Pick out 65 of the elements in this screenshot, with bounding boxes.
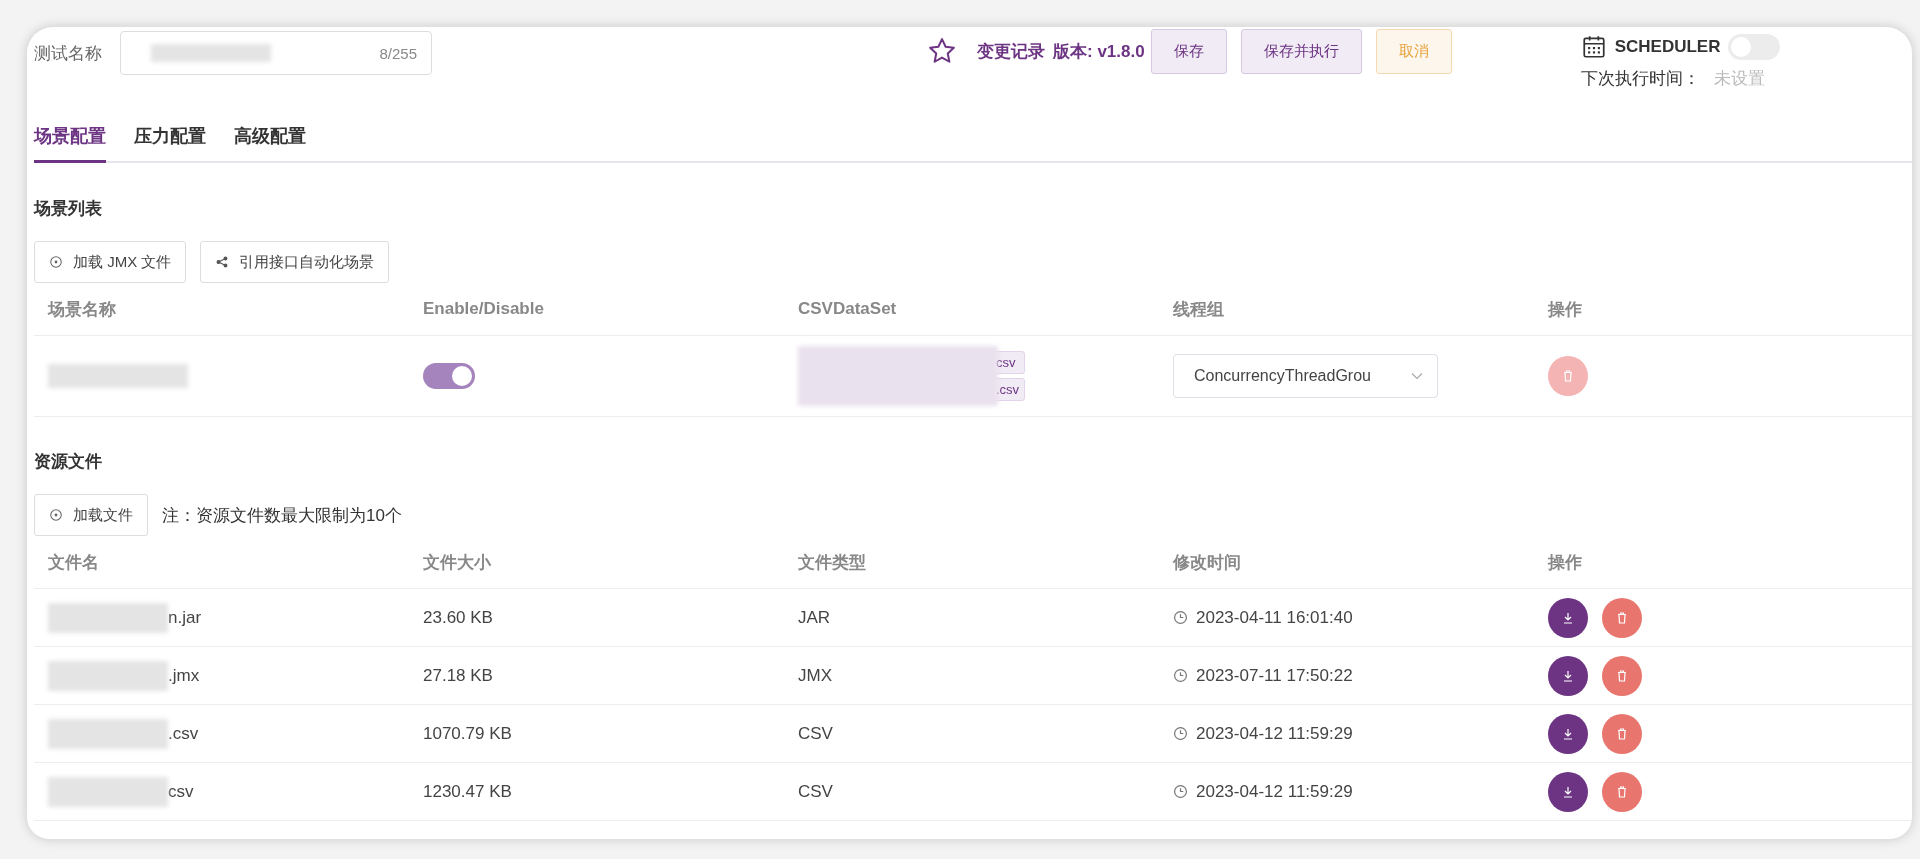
column-header: 文件名 xyxy=(47,551,100,574)
modified-time: 2023-04-12 11:59:29 xyxy=(1196,781,1353,802)
delete-button[interactable] xyxy=(1602,713,1642,754)
column-header: 场景名称 xyxy=(46,298,117,321)
reference-scenario-button[interactable]: 引用接口自动化场景 xyxy=(200,241,390,283)
file-name: .jmx xyxy=(168,665,200,686)
file-name: csv xyxy=(168,781,194,802)
delete-button[interactable] xyxy=(1602,597,1642,638)
column-header: Enable/Disable xyxy=(422,299,545,319)
tab[interactable]: 压力配置 xyxy=(134,124,206,163)
section-title: 场景列表 xyxy=(34,198,102,220)
changelog-link[interactable]: 变更记录 xyxy=(977,39,1045,63)
download-button[interactable] xyxy=(1548,597,1588,638)
enable-toggle[interactable] xyxy=(423,363,475,389)
file-name: .csv xyxy=(168,723,199,744)
calendar-icon xyxy=(1580,34,1607,60)
delete-button[interactable] xyxy=(1602,771,1642,812)
file-size: 27.18 KB xyxy=(423,665,493,686)
file-type: CSV xyxy=(798,723,833,744)
file-size: 1230.47 KB xyxy=(423,781,512,802)
share-icon xyxy=(215,255,230,269)
column-header: 操作 xyxy=(1546,298,1583,321)
clock-icon xyxy=(1173,784,1188,799)
clock-icon xyxy=(1173,726,1188,741)
section-title: 资源文件 xyxy=(34,451,102,473)
plus-circle-icon xyxy=(49,508,63,522)
column-header: 线程组 xyxy=(1172,298,1225,321)
modified-time: 2023-04-11 16:01:40 xyxy=(1196,607,1353,628)
test-name-label: 测试名称 xyxy=(34,42,102,65)
load-file-button[interactable]: 加载文件 xyxy=(34,494,148,536)
load-jmx-button[interactable]: 加载 JMX 文件 xyxy=(34,241,187,283)
test-name-field[interactable]: 8/255 xyxy=(120,31,432,75)
star-icon[interactable] xyxy=(927,36,957,66)
file-type: JAR xyxy=(798,607,831,628)
next-run-value: 未设置 xyxy=(1713,68,1765,90)
column-header: 修改时间 xyxy=(1172,551,1242,574)
character-counter: 8/255 xyxy=(379,44,417,62)
file-size: 1070.79 KB xyxy=(423,723,512,744)
column-header: CSVDataSet xyxy=(797,299,898,319)
column-header: 文件大小 xyxy=(422,551,492,574)
delete-button[interactable] xyxy=(1602,655,1642,696)
clock-icon xyxy=(1173,610,1188,625)
download-button[interactable] xyxy=(1548,771,1588,812)
file-type: CSV xyxy=(798,781,833,802)
thread-group-select[interactable]: ConcurrencyThreadGrou xyxy=(1173,354,1438,398)
scheduler-label: SCHEDULER xyxy=(1614,37,1721,57)
next-run-label: 下次执行时间： xyxy=(1580,68,1700,90)
file-size: 23.60 KB xyxy=(423,607,493,628)
clock-icon xyxy=(1173,668,1188,683)
file-name: n.jar xyxy=(168,607,202,628)
column-header: 文件类型 xyxy=(797,551,867,574)
save-button[interactable]: 保存 xyxy=(1150,28,1227,74)
file-type: JMX xyxy=(798,665,832,686)
chevron-down-icon xyxy=(1411,372,1423,380)
download-button[interactable] xyxy=(1548,655,1588,696)
column-header: 操作 xyxy=(1546,551,1583,574)
save-button[interactable]: 保存并执行 xyxy=(1240,28,1362,74)
tab[interactable]: 高级配置 xyxy=(234,124,306,163)
tab[interactable]: 场景配置 xyxy=(34,124,106,163)
version-label: 版本: v1.8.0 xyxy=(1053,40,1145,63)
plus-circle-icon xyxy=(49,255,63,269)
modified-time: 2023-07-11 17:50:22 xyxy=(1196,665,1353,686)
limit-note: 注：资源文件数最大限制为10个 xyxy=(162,504,402,527)
modified-time: 2023-04-12 11:59:29 xyxy=(1196,723,1353,744)
download-button[interactable] xyxy=(1548,713,1588,754)
